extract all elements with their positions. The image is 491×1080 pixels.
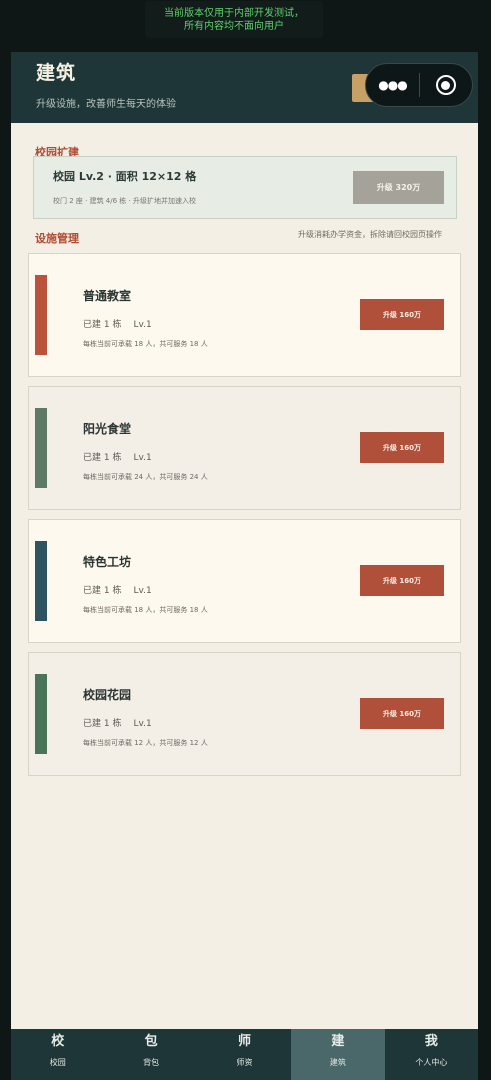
campus-description: 校门 2 座 · 建筑 4/6 栋 · 升级扩地并加速入校	[53, 197, 196, 205]
tab-label: 背包	[143, 1058, 160, 1067]
dev-notice-toast: 当前版本仅用于内部开发测试， 所有内容均不面向用户	[145, 1, 323, 38]
facility-color-strip	[35, 408, 47, 488]
target-circle-icon[interactable]	[420, 64, 472, 106]
facility-upgrade-button[interactable]: 升级 160万	[360, 299, 444, 330]
facility-name: 阳光食堂	[83, 422, 132, 436]
facility-name: 特色工坊	[83, 555, 132, 569]
facility-upgrade-button[interactable]: 升级 160万	[360, 565, 444, 596]
page-title: 建筑	[36, 62, 77, 84]
tab-label: 个人中心	[415, 1058, 448, 1067]
tab-label: 建筑	[329, 1058, 346, 1067]
facility-capacity: 每栋当前可承载 18 人，共可服务 18 人	[83, 606, 208, 614]
campus-expand-card: 校园 Lv.2 · 面积 12×12 格 校门 2 座 · 建筑 4/6 栋 ·…	[33, 156, 457, 219]
tab-1[interactable]: 包背包	[104, 1029, 197, 1080]
campus-upgrade-button[interactable]: 升级 320万	[353, 171, 444, 204]
facility-count: 已建 1 栋 Lv.1	[83, 583, 164, 596]
tab-3[interactable]: 建建筑	[291, 1029, 385, 1080]
facility-built: 已建 1 栋	[83, 453, 122, 463]
tab-4[interactable]: 我个人中心	[385, 1029, 478, 1080]
facility-name: 校园花园	[83, 688, 132, 702]
facility-card: 校园花园已建 1 栋 Lv.1 每栋当前可承载 12 人，共可服务 12 人 升级 1…	[28, 652, 461, 776]
mini-program-capsule: ●●●	[365, 63, 473, 107]
page-header: 建筑 升级设施，改善师生每天的体验 ●●●	[11, 52, 478, 123]
app-screen: 建筑 升级设施，改善师生每天的体验 ●●● 校园扩建 校园 Lv.2 · 面积 …	[11, 52, 478, 1080]
tab-glyph-icon: 师	[238, 1034, 252, 1049]
tab-0[interactable]: 校校园	[11, 1029, 104, 1080]
facility-level: Lv.1	[133, 320, 152, 330]
facility-capacity: 每栋当前可承载 24 人，共可服务 24 人	[83, 473, 208, 481]
facilities-title: 设施管理	[35, 232, 79, 245]
facility-count: 已建 1 栋 Lv.1	[83, 450, 164, 463]
facilities-hint: 升级消耗办学资金，拆除请回校园页操作	[298, 230, 442, 239]
more-dots-icon[interactable]: ●●●	[366, 64, 419, 106]
facility-card: 普通教室已建 1 栋 Lv.1 每栋当前可承载 18 人，共可服务 18 人 升级 1…	[28, 253, 461, 377]
facility-level: Lv.1	[133, 586, 152, 596]
facility-color-strip	[35, 275, 47, 355]
facility-built: 已建 1 栋	[83, 719, 122, 729]
tab-label: 校园	[49, 1058, 66, 1067]
tab-2[interactable]: 师师资	[198, 1029, 291, 1080]
facility-built: 已建 1 栋	[83, 320, 122, 330]
facility-level: Lv.1	[133, 453, 152, 463]
bottom-tab-bar: 校校园包背包师师资建建筑我个人中心	[11, 1029, 478, 1080]
dev-notice-line2: 所有内容均不面向用户	[184, 21, 284, 32]
page-subtitle: 升级设施，改善师生每天的体验	[36, 99, 176, 110]
tab-glyph-icon: 建	[331, 1034, 345, 1049]
facility-count: 已建 1 栋 Lv.1	[83, 317, 164, 330]
facility-capacity: 每栋当前可承载 12 人，共可服务 12 人	[83, 739, 208, 747]
facility-color-strip	[35, 674, 47, 754]
facility-card: 特色工坊已建 1 栋 Lv.1 每栋当前可承载 18 人，共可服务 18 人 升级 1…	[28, 519, 461, 643]
facility-capacity: 每栋当前可承载 18 人，共可服务 18 人	[83, 340, 208, 348]
tab-label: 师资	[236, 1058, 253, 1067]
facility-upgrade-button[interactable]: 升级 160万	[360, 432, 444, 463]
facility-upgrade-button[interactable]: 升级 160万	[360, 698, 444, 729]
facility-card: 阳光食堂已建 1 栋 Lv.1 每栋当前可承载 24 人，共可服务 24 人 升级 1…	[28, 386, 461, 510]
facility-built: 已建 1 栋	[83, 586, 122, 596]
tab-glyph-icon: 我	[424, 1034, 438, 1049]
facility-level: Lv.1	[133, 719, 152, 729]
facility-color-strip	[35, 541, 47, 621]
facility-count: 已建 1 栋 Lv.1	[83, 716, 164, 729]
tab-glyph-icon: 校	[51, 1034, 65, 1049]
campus-level-title: 校园 Lv.2 · 面积 12×12 格	[53, 170, 197, 183]
dev-notice-line1: 当前版本仅用于内部开发测试，	[164, 8, 304, 19]
facility-name: 普通教室	[83, 289, 132, 303]
tab-glyph-icon: 包	[144, 1034, 158, 1049]
